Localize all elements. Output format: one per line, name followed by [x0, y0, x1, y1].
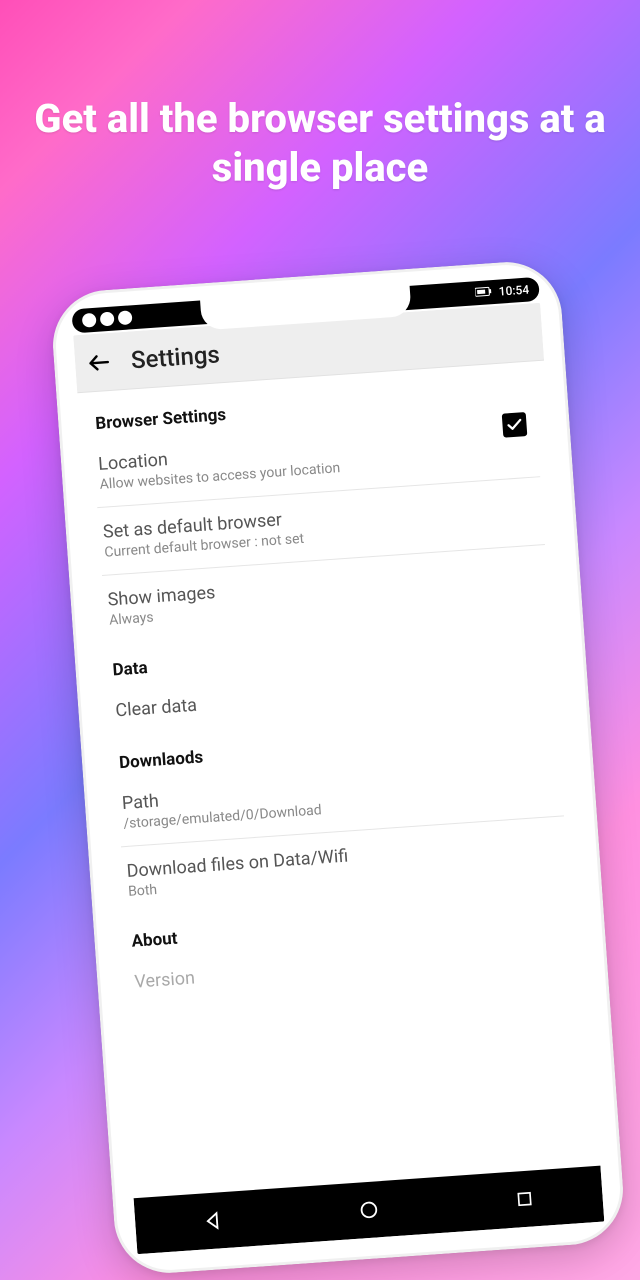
battery-icon: [474, 285, 493, 300]
nav-back-button[interactable]: [197, 1205, 229, 1237]
status-time: 10:54: [498, 283, 529, 299]
status-icon: [118, 310, 133, 325]
screen: Settings Browser Settings Location Allow…: [73, 303, 604, 1254]
phone-mockup: 10:54 Settings Browser Settings Location…: [49, 258, 626, 1276]
status-icon: [82, 313, 97, 328]
page-title: Settings: [130, 340, 221, 374]
status-icon: [100, 312, 115, 327]
back-button[interactable]: [84, 347, 114, 377]
android-navbar: [134, 1166, 605, 1255]
nav-recents-button[interactable]: [509, 1183, 541, 1215]
promo-headline: Get all the browser settings at a single…: [0, 95, 640, 193]
checkbox-location[interactable]: [502, 412, 528, 438]
nav-home-button[interactable]: [353, 1194, 385, 1226]
